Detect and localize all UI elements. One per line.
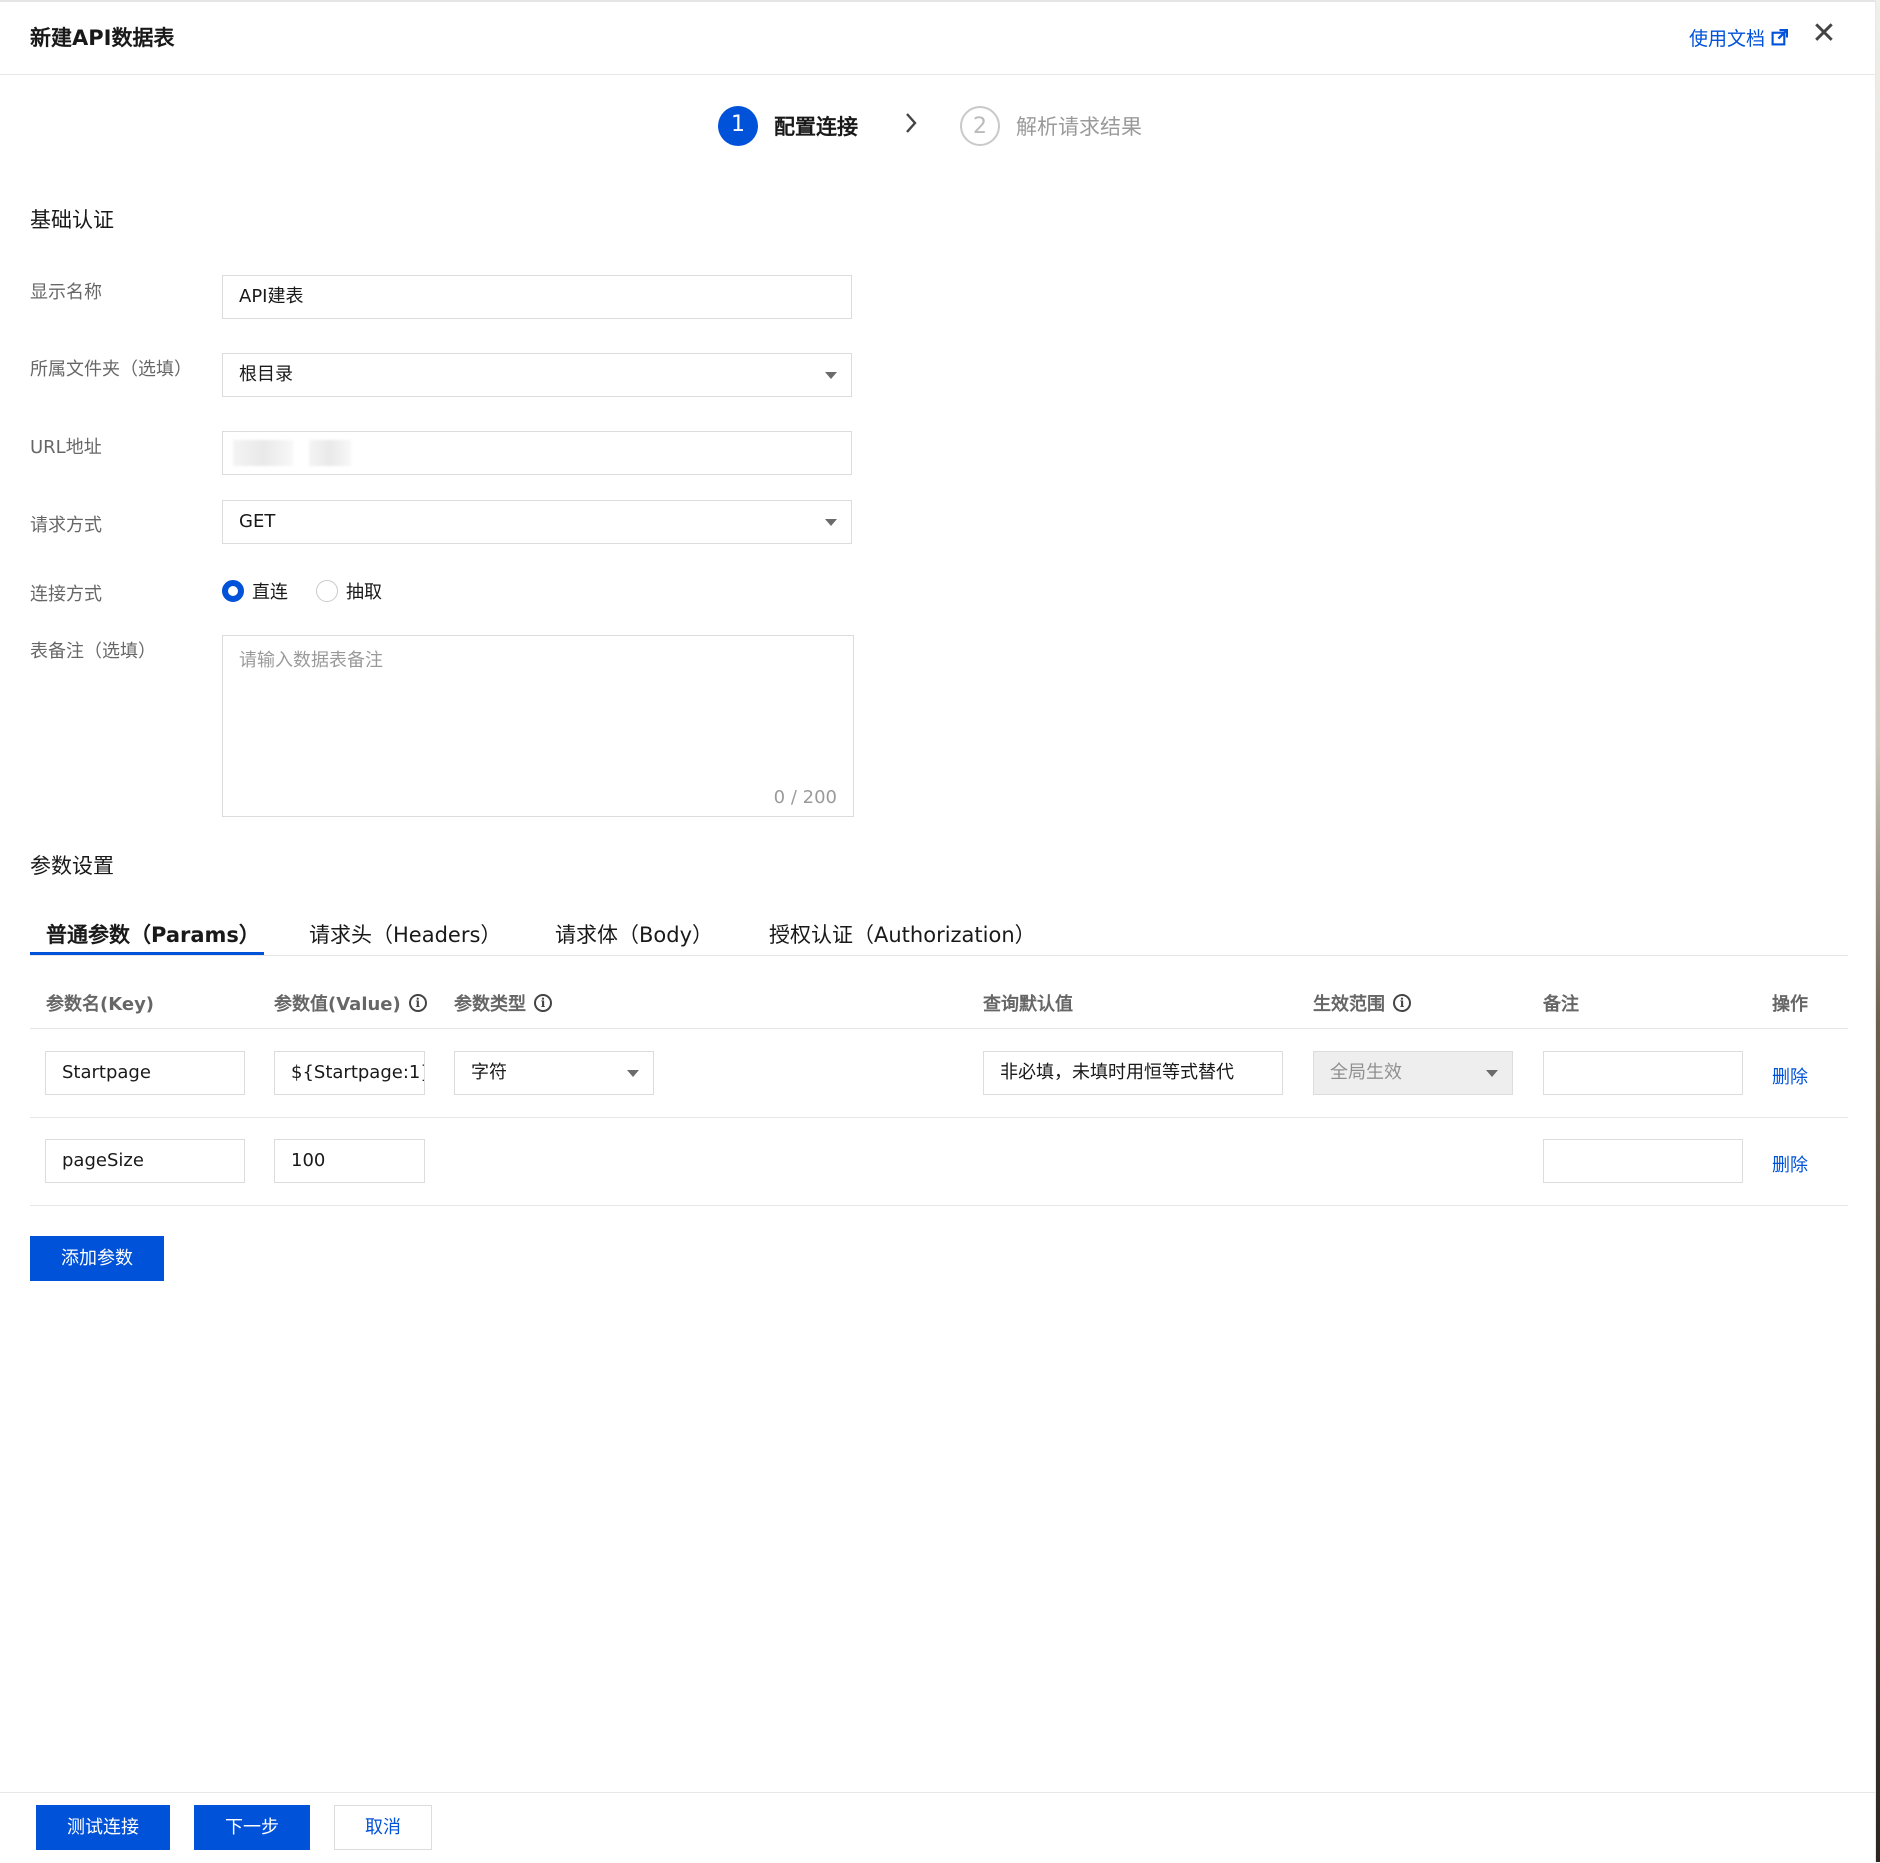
- remark-textarea[interactable]: 请输入数据表备注 0 / 200: [222, 635, 854, 817]
- info-icon[interactable]: i: [534, 994, 552, 1012]
- chevron-right-icon: [894, 111, 928, 142]
- url-input[interactable]: [222, 431, 852, 475]
- dialog-footer: 测试连接 下一步 取消: [0, 1792, 1876, 1863]
- redacted-text: [309, 440, 351, 466]
- active-tab-indicator: [30, 952, 264, 955]
- redacted-text: [233, 440, 293, 466]
- tab-authorization[interactable]: 授权认证（Authorization）: [769, 919, 1036, 949]
- method-label: 请求方式: [30, 515, 102, 536]
- display-name-label: 显示名称: [30, 282, 102, 303]
- param-remark-input[interactable]: [1543, 1139, 1743, 1183]
- param-remark-input[interactable]: [1543, 1051, 1743, 1095]
- caret-down-icon: [825, 519, 837, 526]
- params-table-header: 参数名(Key) 参数值(Value) i 参数类型 i 查询默认值 生效范围 i 备…: [30, 970, 1848, 1029]
- url-label: URL地址: [30, 437, 102, 458]
- doc-link-label: 使用文档: [1688, 28, 1765, 50]
- step-2-indicator[interactable]: 2: [960, 106, 1000, 146]
- dialog-header: 新建API数据表 使用文档 ✕: [0, 0, 1876, 75]
- method-select[interactable]: GET: [222, 500, 852, 544]
- display-name-input[interactable]: API建表: [222, 275, 852, 319]
- param-type-select[interactable]: 字符: [454, 1051, 654, 1095]
- col-value: 参数值(Value) i: [274, 990, 427, 1016]
- col-scope: 生效范围 i: [1313, 990, 1411, 1016]
- radio-extract-label[interactable]: 抽取: [346, 578, 382, 604]
- folder-value: 根目录: [239, 364, 293, 385]
- tab-params[interactable]: 普通参数（Params）: [46, 919, 260, 949]
- step-1-label: 配置连接: [774, 115, 858, 139]
- col-remark: 备注: [1543, 994, 1579, 1015]
- params-tabs: 普通参数（Params） 请求头（Headers） 请求体（Body） 授权认证…: [30, 905, 1848, 956]
- doc-link[interactable]: 使用文档: [1689, 24, 1788, 51]
- close-icon[interactable]: ✕: [1808, 18, 1840, 50]
- caret-down-icon: [627, 1070, 639, 1077]
- tab-body[interactable]: 请求体（Body）: [555, 919, 713, 949]
- display-name-value: API建表: [239, 286, 304, 307]
- step-1-indicator: 1: [718, 106, 758, 146]
- folder-label: 所属文件夹（选填）: [30, 359, 192, 380]
- param-scope-select: 全局生效: [1313, 1051, 1513, 1095]
- delete-row-button[interactable]: 删除: [1772, 1063, 1808, 1089]
- folder-select[interactable]: 根目录: [222, 353, 852, 397]
- basic-section-title: 基础认证: [30, 208, 114, 232]
- remark-char-count: 0 / 200: [773, 787, 837, 808]
- external-link-icon: [1771, 29, 1788, 46]
- info-icon[interactable]: i: [1393, 994, 1411, 1012]
- col-type: 参数类型 i: [454, 990, 552, 1016]
- caret-down-icon: [1486, 1070, 1498, 1077]
- col-key: 参数名(Key): [46, 994, 155, 1015]
- param-key-input[interactable]: pageSize: [45, 1139, 245, 1183]
- param-value-input[interactable]: ${Startpage:1}: [274, 1051, 425, 1095]
- remark-label: 表备注（选填）: [30, 641, 156, 662]
- param-default-input[interactable]: 非必填，未填时用恒等式替代: [983, 1051, 1283, 1095]
- param-key-input[interactable]: Startpage: [45, 1051, 245, 1095]
- params-section-title: 参数设置: [30, 854, 114, 878]
- connection-radio-group: 直连 抽取: [222, 578, 410, 604]
- connection-label: 连接方式: [30, 584, 102, 605]
- delete-row-button[interactable]: 删除: [1772, 1151, 1808, 1177]
- table-row: pageSize 100 删除: [30, 1117, 1848, 1206]
- param-value-input[interactable]: 100: [274, 1139, 425, 1183]
- dialog-title: 新建API数据表: [30, 26, 175, 50]
- radio-direct-label[interactable]: 直连: [252, 578, 288, 604]
- step-2-label[interactable]: 解析请求结果: [1016, 111, 1142, 141]
- param-scope-value: 全局生效: [1330, 1062, 1402, 1083]
- param-type-value: 字符: [471, 1062, 507, 1083]
- remark-placeholder: 请输入数据表备注: [239, 650, 383, 671]
- radio-extract[interactable]: [316, 580, 338, 602]
- col-default: 查询默认值: [983, 994, 1073, 1015]
- test-connection-button[interactable]: 测试连接: [36, 1805, 170, 1850]
- next-step-button[interactable]: 下一步: [194, 1805, 310, 1850]
- cancel-button[interactable]: 取消: [334, 1805, 432, 1850]
- stepper: 1 配置连接 2 解析请求结果: [718, 104, 1142, 148]
- caret-down-icon: [825, 372, 837, 379]
- add-param-button[interactable]: 添加参数: [30, 1236, 164, 1281]
- col-action: 操作: [1772, 994, 1808, 1015]
- method-value: GET: [239, 511, 276, 532]
- window-edge: [1876, 0, 1880, 1862]
- info-icon[interactable]: i: [408, 994, 427, 1012]
- radio-direct[interactable]: [222, 580, 244, 602]
- tab-headers[interactable]: 请求头（Headers）: [309, 919, 501, 949]
- table-row: Startpage ${Startpage:1} 字符 非必填，未填时用恒等式替…: [30, 1029, 1848, 1118]
